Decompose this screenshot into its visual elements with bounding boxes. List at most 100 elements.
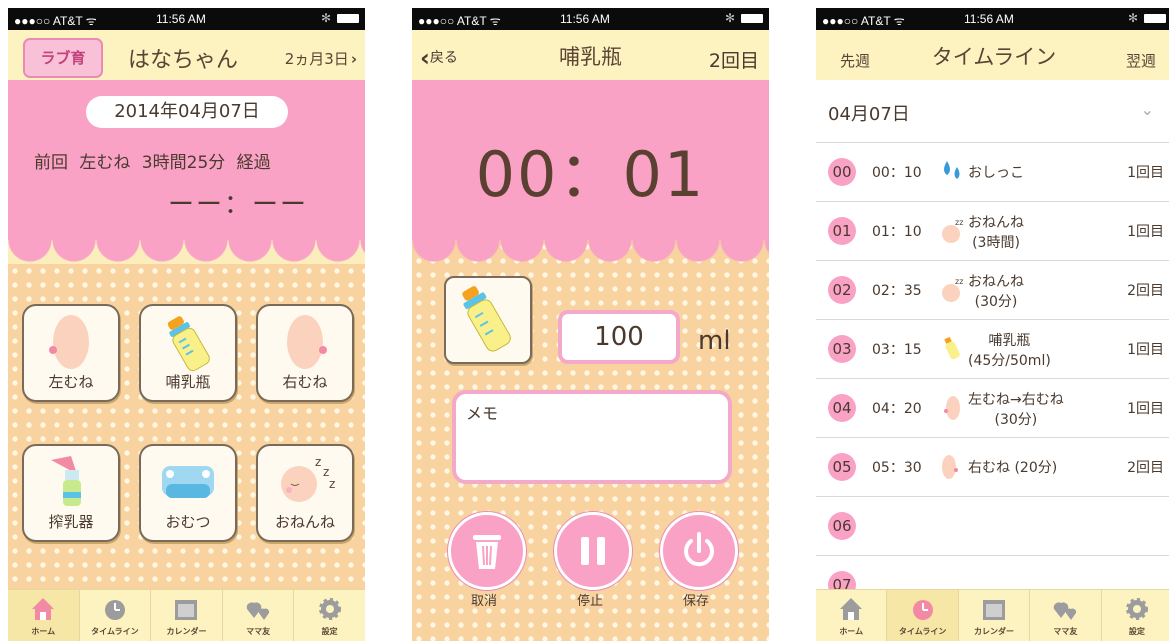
diaper-button[interactable]: おむつ xyxy=(139,444,237,542)
tab-label: ママ友 xyxy=(246,627,271,636)
memo-field[interactable]: メモ xyxy=(452,390,732,484)
tab-home[interactable]: ホーム xyxy=(8,590,80,641)
event-time: 01：10 xyxy=(872,224,922,240)
button-label: 右むね xyxy=(282,373,328,391)
timeline-row[interactable]: 02 02：35 zz おねんね (30分) 2回目 xyxy=(816,261,1169,320)
button-label: 哺乳瓶 xyxy=(165,373,211,391)
age-text: 2ヵ月3日 xyxy=(284,50,349,68)
tab-calendar[interactable]: カレンダー xyxy=(151,590,223,641)
svg-text:z: z xyxy=(329,477,335,491)
app-logo[interactable]: ラブ育 xyxy=(23,38,103,78)
hour-badge: 04 xyxy=(828,394,856,422)
event-label: 哺乳瓶 (45分/50ml) xyxy=(968,330,1051,370)
date-pill[interactable]: 2014年04月07日 xyxy=(86,96,288,128)
chevron-left-icon: ‹ xyxy=(420,44,430,72)
pause-icon xyxy=(581,537,605,565)
tab-label: タイムライン xyxy=(91,627,139,636)
timeline-row[interactable]: 04 04：20 左むね→右むね (30分) 1回目 xyxy=(816,379,1169,438)
timeline-list[interactable]: 04月07日 ⌄ 00 00：10 おしっこ 1回目 01 01：10 zz お… xyxy=(816,80,1169,599)
tab-bar: ホーム タイムライン カレンダー ママ友 設定 xyxy=(8,589,365,641)
event-label-detail: (30分) xyxy=(974,294,1018,310)
bottle-screen: ●●●○○ AT&T ᯤ 11:56 AM ✻ 哺乳瓶 ‹戻る 2回目 00：0… xyxy=(412,8,769,641)
timeline-row[interactable]: 06 xyxy=(816,497,1169,556)
cancel-button[interactable] xyxy=(448,512,526,590)
tab-label: ホーム xyxy=(839,627,864,636)
back-label: 戻る xyxy=(429,50,458,66)
date-header[interactable]: 04月07日 ⌄ xyxy=(816,80,1169,143)
memo-placeholder: メモ xyxy=(466,404,499,423)
event-count: 1回目 xyxy=(1127,342,1164,358)
hour-badge: 01 xyxy=(828,217,856,245)
power-icon xyxy=(684,532,714,567)
prev-week-button[interactable]: 先週 xyxy=(840,50,870,71)
breast-pump-button[interactable]: 搾乳器 xyxy=(22,444,120,542)
sleeping-baby-icon: zz xyxy=(942,218,963,243)
save-label: 保存 xyxy=(682,594,709,609)
hour-badge: 03 xyxy=(828,335,856,363)
bottle-type-button[interactable] xyxy=(444,276,532,364)
event-time: 02：35 xyxy=(872,283,922,299)
tab-timeline[interactable]: タイムライン xyxy=(80,590,152,641)
tab-label: タイムライン xyxy=(898,627,947,636)
event-count: 2回目 xyxy=(1127,460,1164,476)
tab-settings[interactable]: 設定 xyxy=(294,590,365,641)
sleep-button[interactable]: zzz おねんね xyxy=(256,444,354,542)
bluetooth-icon: ✻ xyxy=(724,11,735,25)
event-label: 右むね (20分) xyxy=(968,460,1058,476)
house-icon xyxy=(32,598,55,620)
button-label: 左むね xyxy=(48,373,94,391)
tab-settings[interactable]: 設定 xyxy=(1102,590,1169,641)
sleeping-baby-icon: zz xyxy=(942,277,963,302)
event-label-detail: (45分/50ml) xyxy=(968,353,1051,369)
diaper-icon xyxy=(162,466,214,498)
baby-age-link[interactable]: 2ヵ月3日 › xyxy=(285,48,357,69)
battery-icon xyxy=(337,14,359,23)
status-bar: ●●●○○ AT&T ᯤ 11:56 AM ✻ xyxy=(8,8,365,30)
scallop-edge xyxy=(412,240,769,264)
event-count: 1回目 xyxy=(1127,224,1164,240)
tab-mama-friends[interactable]: ママ友 xyxy=(1030,590,1102,641)
svg-text:zz: zz xyxy=(955,277,963,286)
breast-icon xyxy=(942,455,958,479)
timeline-row[interactable]: 05 05：30 右むね (20分) 2回目 xyxy=(816,438,1169,497)
event-label: 左むね→右むね (30分) xyxy=(968,389,1064,429)
bottle-icon xyxy=(944,336,960,360)
last-feed-text: 前回 左むね 3時間25分 経過 xyxy=(34,153,271,173)
tab-label: ホーム xyxy=(31,627,56,636)
event-label: おねんね (3時間) xyxy=(968,212,1024,252)
event-label: おしっこ xyxy=(968,165,1024,181)
hour-badge: 05 xyxy=(828,453,856,481)
tab-home[interactable]: ホーム xyxy=(816,590,888,641)
right-breast-icon xyxy=(287,315,327,369)
right-breast-button[interactable]: 右むね xyxy=(256,304,354,402)
carrier-text: ●●●○○ AT&T ᯤ xyxy=(822,14,905,28)
bottle-icon xyxy=(167,316,210,372)
back-button[interactable]: ‹戻る xyxy=(420,44,458,72)
left-breast-button[interactable]: 左むね xyxy=(22,304,120,402)
tab-bar: ホーム タイムライン カレンダー ママ友 設定 xyxy=(816,589,1169,641)
event-label-detail: (30分) xyxy=(994,412,1038,428)
event-time: 05：30 xyxy=(872,460,922,476)
bottle-button[interactable]: 哺乳瓶 xyxy=(139,304,237,402)
calendar-icon xyxy=(983,600,1006,620)
tab-mama-friends[interactable]: ママ友 xyxy=(223,590,295,641)
amount-input[interactable]: 100 xyxy=(558,310,680,364)
left-breast-icon xyxy=(49,315,89,369)
save-button[interactable] xyxy=(660,512,738,590)
timeline-row[interactable]: 01 01：10 zz おねんね (3時間) 1回目 xyxy=(816,202,1169,261)
tab-timeline[interactable]: タイムライン xyxy=(887,590,959,641)
button-label: 搾乳器 xyxy=(48,513,94,531)
tab-label: カレンダー xyxy=(974,627,1015,636)
next-week-button[interactable]: 翌週 xyxy=(1126,50,1156,71)
gear-icon xyxy=(1125,598,1148,620)
timeline-row[interactable]: 03 03：15 哺乳瓶 (45分/50ml) 1回目 xyxy=(816,320,1169,379)
event-label-main: 左むね→右むね xyxy=(968,392,1064,408)
clock-text: 11:56 AM xyxy=(156,12,206,26)
water-drop-icon xyxy=(944,161,960,179)
pause-button[interactable] xyxy=(554,512,632,590)
tab-calendar[interactable]: カレンダー xyxy=(959,590,1031,641)
timeline-row[interactable]: 00 00：10 おしっこ 1回目 xyxy=(816,143,1169,202)
timer-display: 00：01 xyxy=(475,138,706,211)
clock-icon xyxy=(912,600,933,620)
chevron-right-icon: › xyxy=(350,50,357,68)
